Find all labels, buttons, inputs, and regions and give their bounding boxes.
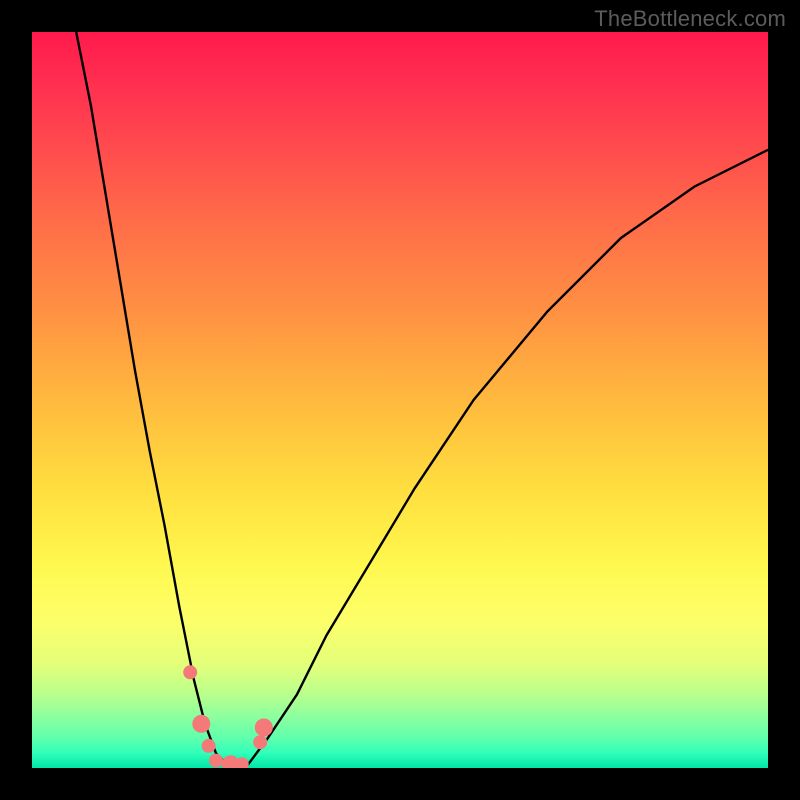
dots-group bbox=[183, 665, 273, 768]
plot-area bbox=[32, 32, 768, 768]
highlight-dot bbox=[253, 735, 267, 749]
bottleneck-curve-path bbox=[76, 32, 768, 768]
highlight-dot bbox=[202, 739, 216, 753]
watermark-text: TheBottleneck.com bbox=[594, 6, 786, 32]
curve-svg bbox=[32, 32, 768, 768]
highlight-dot bbox=[255, 719, 273, 737]
highlight-dot bbox=[209, 754, 223, 768]
chart-frame: TheBottleneck.com bbox=[0, 0, 800, 800]
highlight-dot bbox=[183, 665, 197, 679]
highlight-dot bbox=[192, 715, 210, 733]
